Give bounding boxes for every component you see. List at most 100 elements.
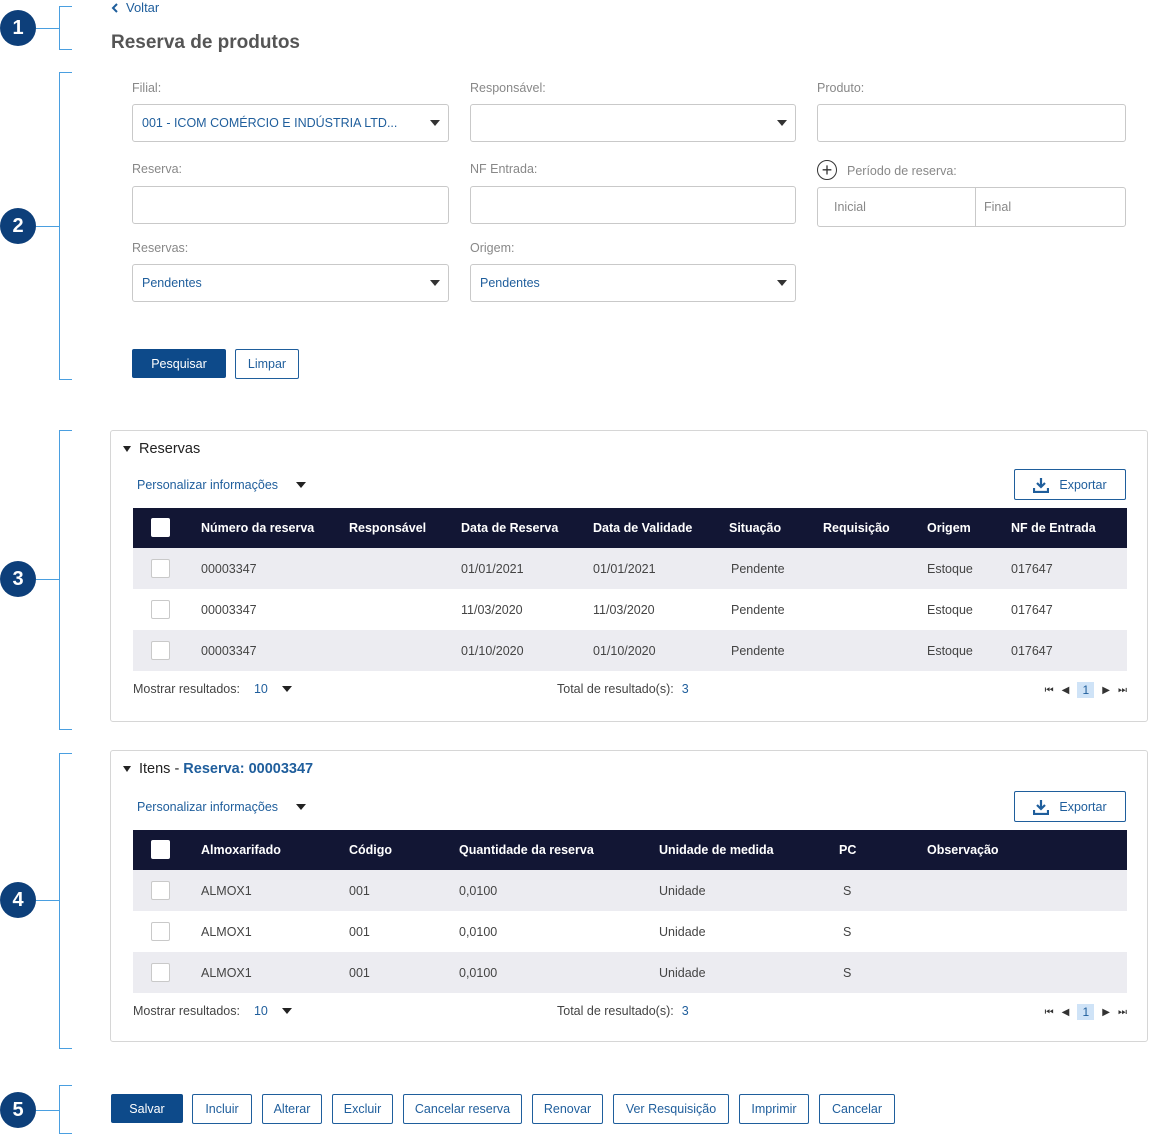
back-label: Voltar bbox=[126, 0, 160, 15]
column-header[interactable]: Data de Validade bbox=[593, 508, 692, 548]
cell-data-validade: 01/10/2020 bbox=[593, 643, 656, 658]
select-all-checkbox[interactable] bbox=[151, 840, 170, 859]
column-header[interactable]: Unidade de medida bbox=[659, 830, 774, 870]
filial-select[interactable]: 001 - ICOM COMÉRCIO E INDÚSTRIA LTD... bbox=[132, 104, 449, 142]
back-link[interactable]: Voltar bbox=[111, 0, 159, 15]
annotation-marker-5: 5 bbox=[0, 1092, 36, 1128]
reserva-input[interactable] bbox=[132, 186, 449, 224]
personalize-dropdown[interactable]: Personalizar informações bbox=[137, 800, 307, 814]
total-value: 3 bbox=[681, 682, 689, 696]
save-button[interactable]: Salvar bbox=[111, 1094, 183, 1123]
reservas-select[interactable]: Pendentes bbox=[132, 264, 449, 302]
show-results-label: Mostrar resultados: bbox=[133, 682, 240, 696]
clear-button[interactable]: Limpar bbox=[235, 349, 299, 379]
column-header[interactable]: Origem bbox=[927, 508, 971, 548]
table-row[interactable]: ALMOX1 001 0,0100 Unidade S bbox=[133, 952, 1127, 993]
next-page-icon[interactable]: ▶ bbox=[1102, 685, 1110, 696]
table-row[interactable]: 00003347 11/03/2020 11/03/2020 Pendente … bbox=[133, 589, 1127, 630]
print-button[interactable]: Imprimir bbox=[739, 1094, 809, 1124]
first-page-icon[interactable]: ⏮ bbox=[1045, 685, 1054, 696]
cell-data-reserva: 01/01/2021 bbox=[461, 561, 524, 576]
produto-input[interactable] bbox=[817, 104, 1126, 142]
row-checkbox[interactable] bbox=[151, 559, 170, 578]
cell-pc: S bbox=[843, 883, 852, 898]
page-size-value: 10 bbox=[253, 1004, 268, 1018]
table-row[interactable]: ALMOX1 001 0,0100 Unidade S bbox=[133, 911, 1127, 952]
cell-unidade: Unidade bbox=[659, 924, 706, 939]
column-header[interactable]: Almoxarifado bbox=[201, 830, 281, 870]
table-row[interactable]: ALMOX1 001 0,0100 Unidade S bbox=[133, 870, 1127, 911]
download-icon bbox=[1033, 799, 1050, 815]
column-header[interactable]: Responsável bbox=[349, 508, 426, 548]
row-checkbox[interactable] bbox=[151, 922, 170, 941]
caret-down-icon bbox=[777, 120, 787, 126]
cell-origem: Estoque bbox=[927, 643, 973, 658]
personalize-dropdown[interactable]: Personalizar informações bbox=[137, 478, 307, 492]
row-checkbox[interactable] bbox=[151, 881, 170, 900]
cell-almoxarifado: ALMOX1 bbox=[201, 924, 252, 939]
page-size-selector[interactable]: Mostrar resultados: 10 bbox=[133, 682, 292, 696]
itens-title-reserva: Reserva: 00003347 bbox=[183, 761, 314, 777]
itens-panel-title[interactable]: Itens - Reserva: 00003347 bbox=[123, 761, 313, 777]
column-header[interactable]: Observação bbox=[927, 830, 999, 870]
cell-situacao: Pendente bbox=[731, 602, 785, 617]
reservas-panel-title[interactable]: Reservas bbox=[123, 441, 200, 457]
cell-situacao: Pendente bbox=[731, 643, 785, 658]
column-header[interactable]: Código bbox=[349, 830, 392, 870]
table-footer: Mostrar resultados: 10 Total de resultad… bbox=[133, 682, 1127, 702]
prev-page-icon[interactable]: ◀ bbox=[1062, 1007, 1070, 1018]
row-checkbox[interactable] bbox=[151, 641, 170, 660]
cancel-reservation-button[interactable]: Cancelar reserva bbox=[403, 1094, 522, 1124]
origem-select[interactable]: Pendentes bbox=[470, 264, 796, 302]
export-label: Exportar bbox=[1059, 477, 1107, 492]
show-results-label: Mostrar resultados: bbox=[133, 1004, 240, 1018]
column-header[interactable]: Número da reserva bbox=[201, 508, 314, 548]
responsavel-select[interactable] bbox=[470, 104, 796, 142]
include-button[interactable]: Incluir bbox=[192, 1094, 252, 1124]
row-checkbox[interactable] bbox=[151, 963, 170, 982]
delete-button[interactable]: Excluir bbox=[332, 1094, 393, 1124]
select-all-checkbox[interactable] bbox=[151, 518, 170, 537]
next-page-icon[interactable]: ▶ bbox=[1102, 1007, 1110, 1018]
page-number[interactable]: 1 bbox=[1077, 1004, 1095, 1020]
cell-data-validade: 11/03/2020 bbox=[593, 602, 655, 617]
edit-button[interactable]: Alterar bbox=[262, 1094, 322, 1124]
reservas-value: Pendentes bbox=[142, 276, 202, 290]
nf-entrada-input[interactable] bbox=[470, 186, 796, 224]
search-button[interactable]: Pesquisar bbox=[132, 349, 226, 378]
table-row[interactable]: 00003347 01/01/2021 01/01/2021 Pendente … bbox=[133, 548, 1127, 589]
first-page-icon[interactable]: ⏮ bbox=[1045, 1007, 1054, 1018]
renew-button[interactable]: Renovar bbox=[532, 1094, 603, 1124]
export-button[interactable]: Exportar bbox=[1014, 791, 1126, 822]
annotation-marker-2: 2 bbox=[0, 208, 36, 244]
page-number[interactable]: 1 bbox=[1077, 682, 1095, 698]
last-page-icon[interactable]: ⏭ bbox=[1118, 1007, 1127, 1018]
prev-page-icon[interactable]: ◀ bbox=[1062, 685, 1070, 696]
column-header[interactable]: NF de Entrada bbox=[1011, 508, 1096, 548]
column-header[interactable]: Data de Reserva bbox=[461, 508, 558, 548]
add-period-icon[interactable]: + bbox=[817, 160, 837, 180]
export-button[interactable]: Exportar bbox=[1014, 469, 1126, 500]
cell-data-validade: 01/01/2021 bbox=[593, 561, 656, 576]
origem-value: Pendentes bbox=[480, 276, 540, 290]
export-label: Exportar bbox=[1059, 799, 1107, 814]
table-row[interactable]: 00003347 01/10/2020 01/10/2020 Pendente … bbox=[133, 630, 1127, 671]
column-header[interactable]: Quantidade da reserva bbox=[459, 830, 594, 870]
row-checkbox[interactable] bbox=[151, 600, 170, 619]
last-page-icon[interactable]: ⏭ bbox=[1118, 685, 1127, 696]
page-size-value: 10 bbox=[253, 682, 268, 696]
column-header[interactable]: Requisição bbox=[823, 508, 890, 548]
caret-down-icon bbox=[430, 120, 440, 126]
view-requisition-button[interactable]: Ver Resquisição bbox=[613, 1094, 729, 1124]
cell-codigo: 001 bbox=[349, 924, 370, 939]
column-header[interactable]: Situação bbox=[729, 508, 781, 548]
cell-nf-entrada: 017647 bbox=[1011, 602, 1053, 617]
total-results: Total de resultado(s): 3 bbox=[557, 682, 689, 696]
cell-nf-entrada: 017647 bbox=[1011, 561, 1053, 576]
periodo-inicial-input[interactable]: Inicial bbox=[818, 188, 975, 226]
cancel-button[interactable]: Cancelar bbox=[819, 1094, 895, 1124]
column-header[interactable]: PC bbox=[839, 830, 856, 870]
periodo-final-input[interactable]: Final bbox=[975, 188, 1125, 226]
personalize-label: Personalizar informações bbox=[137, 478, 279, 492]
page-size-selector[interactable]: Mostrar resultados: 10 bbox=[133, 1004, 292, 1018]
